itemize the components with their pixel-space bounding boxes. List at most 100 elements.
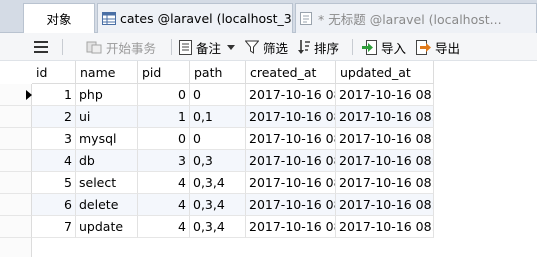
export-icon [416,39,431,55]
column-header-pid[interactable]: pid [138,61,190,84]
cell-name[interactable]: php [76,84,138,106]
table-icon [102,12,116,25]
sort-button[interactable]: 排序 [298,37,339,57]
cell-id[interactable]: 7 [32,216,76,238]
column-header-id[interactable]: id [32,61,76,84]
cell-id[interactable]: 1 [32,84,76,106]
cell-created-at[interactable]: 2017-10-16 08:2 [246,194,336,216]
column-header-name[interactable]: name [76,61,138,84]
cell-id[interactable]: 4 [32,150,76,172]
sort-icon [298,39,310,54]
cell-updated-at[interactable]: 2017-10-16 08:2 [336,128,434,150]
filter-icon [245,40,259,54]
cell-path[interactable]: 0,3 [190,150,246,172]
cell-name[interactable]: select [76,172,138,194]
cell-pid[interactable]: 4 [138,216,190,238]
cell-id[interactable]: 2 [32,106,76,128]
table-row[interactable]: 3 mysql 0 0 2017-10-16 08:2 2017-10-16 0… [0,128,434,150]
column-header-updated-at[interactable]: updated_at [336,61,434,84]
cell-name[interactable]: mysql [76,128,138,150]
tab-cates-table[interactable]: cates @laravel (localhost_33... [97,3,293,33]
filter-button[interactable]: 筛选 [245,37,288,57]
cell-id[interactable]: 3 [32,128,76,150]
cell-id[interactable]: 5 [32,172,76,194]
column-header-label: created_at [250,64,317,80]
row-indicator[interactable] [0,216,32,238]
row-indicator[interactable] [0,172,32,194]
table-row[interactable]: 5 select 4 0,3,4 2017-10-16 08:2 2017-10… [0,172,434,194]
cell-created-at[interactable]: 2017-10-16 08:2 [246,150,336,172]
cell-pid[interactable]: 4 [138,194,190,216]
table-row[interactable]: 6 delete 4 0,3,4 2017-10-16 08:2 2017-10… [0,194,434,216]
column-header-label: path [194,64,223,80]
cell-name[interactable]: ui [76,106,138,128]
import-icon [362,39,377,55]
cell-updated-at[interactable]: 2017-10-16 08:2 [336,172,434,194]
menu-button[interactable] [34,37,52,57]
begin-transaction-label: 开始事务 [106,40,157,56]
column-header-label: updated_at [340,64,411,80]
row-indicator[interactable] [0,84,32,106]
table-row[interactable]: 1 php 0 0 2017-10-16 08:2 2017-10-16 08:… [0,84,434,106]
cell-updated-at[interactable]: 2017-10-16 08:2 [336,150,434,172]
cell-pid[interactable]: 3 [138,150,190,172]
column-header-path[interactable]: path [190,61,246,84]
column-header-created-at[interactable]: created_at [246,61,336,84]
cell-updated-at[interactable]: 2017-10-16 08:2 [336,194,434,216]
cell-path[interactable]: 0 [190,84,246,106]
transaction-icon [86,41,102,54]
cell-path[interactable]: 0,3,4 [190,216,246,238]
row-indicator-empty [0,238,32,257]
cell-created-at[interactable]: 2017-10-16 08:2 [246,84,336,106]
tab-untitled-query[interactable]: * 无标题 @laravel (localhost... [295,3,537,33]
cell-created-at[interactable]: 2017-10-16 08:2 [246,128,336,150]
cell-name[interactable]: update [76,216,138,238]
toolbar-separator [352,39,353,55]
cell-name[interactable]: db [76,150,138,172]
toolbar-separator [62,39,63,55]
filter-label: 筛选 [263,40,289,56]
cell-created-at[interactable]: 2017-10-16 08:2 [246,216,336,238]
hamburger-menu-icon [34,41,48,53]
query-icon [300,12,312,25]
begin-transaction-button[interactable]: 开始事务 [86,37,156,57]
cell-created-at[interactable]: 2017-10-16 08:2 [246,172,336,194]
cell-id[interactable]: 6 [32,194,76,216]
tab-objects[interactable]: 对象 [23,3,95,33]
row-indicator[interactable] [0,194,32,216]
tab-objects-label: 对象 [46,12,72,27]
row-indicator[interactable] [0,150,32,172]
row-indicator[interactable] [0,106,32,128]
cell-pid[interactable]: 0 [138,84,190,106]
table-row[interactable]: 2 ui 1 0,1 2017-10-16 08:2 2017-10-16 08… [0,106,434,128]
memo-button[interactable]: 备注 [179,37,239,57]
memo-icon [179,39,192,55]
table-row[interactable]: 7 update 4 0,3,4 2017-10-16 08:2 2017-10… [0,216,434,238]
cell-updated-at[interactable]: 2017-10-16 08:2 [336,106,434,128]
tab-cates-label: cates @laravel (localhost_33... [120,11,293,26]
import-label: 导入 [381,40,407,56]
cell-path[interactable]: 0 [190,128,246,150]
cell-path[interactable]: 0,3,4 [190,194,246,216]
cell-name[interactable]: delete [76,194,138,216]
dropdown-arrow-icon [227,44,236,50]
tab-untitled-label: * 无标题 @laravel (localhost... [318,12,502,27]
export-button[interactable]: 导出 [416,37,460,57]
tab-bar: 对象 cates @laravel (localhost_33... * 无标题… [0,0,537,33]
cell-created-at[interactable]: 2017-10-16 08:2 [246,106,336,128]
cell-path[interactable]: 0,3,4 [190,172,246,194]
cell-pid[interactable]: 0 [138,128,190,150]
column-header-label: name [80,64,116,80]
cell-updated-at[interactable]: 2017-10-16 08:0 [336,84,434,106]
row-indicator[interactable] [0,128,32,150]
import-button[interactable]: 导入 [362,37,406,57]
toolbar-separator [171,39,172,55]
table-row[interactable]: 4 db 3 0,3 2017-10-16 08:2 2017-10-16 08… [0,150,434,172]
cell-pid[interactable]: 4 [138,172,190,194]
toolbar: 开始事务 备注 筛选 排序 导入 导出 [0,33,537,61]
cell-updated-at[interactable]: 2017-10-16 08:2 [336,216,434,238]
sort-label: 排序 [314,40,340,56]
column-header-label: id [36,64,48,80]
cell-pid[interactable]: 1 [138,106,190,128]
cell-path[interactable]: 0,1 [190,106,246,128]
